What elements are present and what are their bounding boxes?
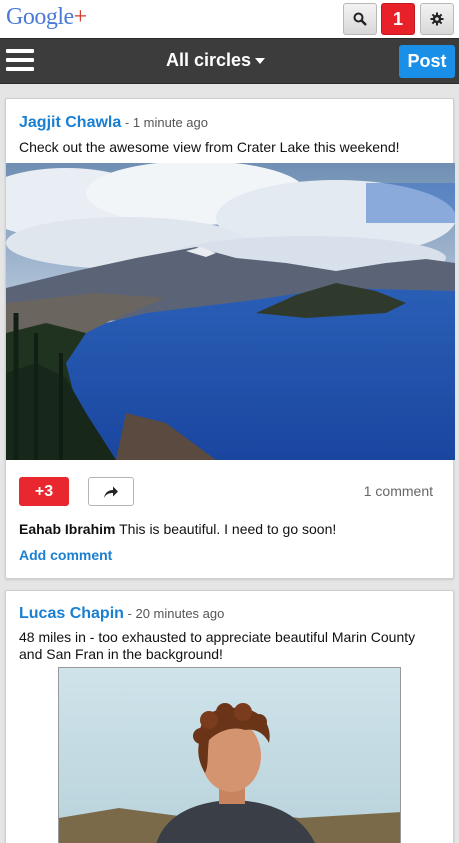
post-text-line: and San Fran in the background! (19, 646, 223, 662)
search-button[interactable] (343, 3, 377, 35)
author-name[interactable]: Lucas Chapin (19, 605, 124, 622)
share-arrow-icon (104, 486, 118, 498)
logo-plus: + (73, 4, 88, 30)
google-plus-logo[interactable]: Google+ (6, 4, 87, 31)
circles-dropdown[interactable]: All circles (166, 50, 266, 71)
notifications-button[interactable]: 1 (381, 3, 415, 35)
post-header: Jagjit Chawla - 1 minute ago (19, 114, 208, 132)
hamburger-icon[interactable] (6, 49, 34, 73)
post-text: 48 miles in - too exhausted to appreciat… (19, 629, 415, 663)
post-time[interactable]: 20 minutes ago (135, 606, 224, 621)
author-name[interactable]: Jagjit Chawla (19, 114, 121, 131)
separator: - (123, 606, 136, 621)
logo-wordmark: Google (6, 4, 74, 30)
post-card: Lucas Chapin - 20 minutes ago 48 miles i… (5, 590, 454, 843)
comment-author[interactable]: Eahab Ibrahim (19, 521, 115, 537)
chevron-down-icon (255, 57, 266, 64)
add-comment-link[interactable]: Add comment (19, 547, 112, 563)
top-header: Google+ 1 (0, 0, 459, 38)
search-icon (353, 12, 367, 26)
settings-button[interactable] (420, 3, 454, 35)
post-text: Check out the awesome view from Crater L… (19, 139, 400, 155)
crater-lake-photo (6, 163, 455, 460)
post-time[interactable]: 1 minute ago (133, 115, 208, 130)
post-header: Lucas Chapin - 20 minutes ago (19, 605, 224, 623)
nav-bar: All circles Post (0, 38, 459, 84)
post-card: Jagjit Chawla - 1 minute ago Check out t… (5, 98, 455, 579)
notification-count: 1 (392, 8, 403, 29)
comment: Eahab Ibrahim This is beautiful. I need … (19, 521, 336, 537)
post-text-line: 48 miles in - too exhausted to appreciat… (19, 629, 416, 645)
gear-icon (430, 12, 444, 26)
share-button[interactable] (88, 477, 134, 506)
plus-one-button[interactable]: +3 (19, 477, 69, 506)
post-button[interactable]: Post (399, 45, 455, 78)
post-photo[interactable] (58, 667, 401, 843)
post-button-label: Post (407, 51, 447, 71)
post-photo[interactable] (6, 163, 455, 460)
comment-text: This is beautiful. I need to go soon! (119, 521, 337, 537)
comment-count[interactable]: 1 comment (364, 483, 433, 499)
plus-count: +3 (34, 482, 54, 500)
circles-label: All circles (166, 50, 252, 70)
separator: - (121, 115, 133, 130)
runner-photo (59, 668, 400, 843)
